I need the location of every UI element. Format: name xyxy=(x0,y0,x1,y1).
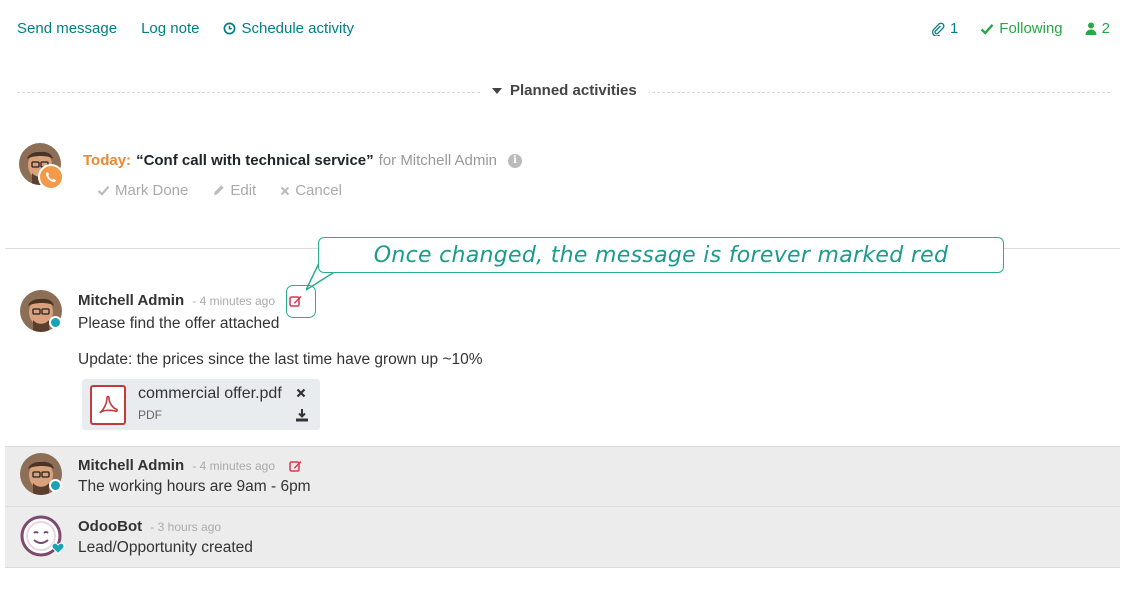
remove-attachment-icon[interactable] xyxy=(296,385,306,402)
message-date: - 3 hours ago xyxy=(150,520,222,534)
message-author: Mitchell Admin - 4 minutes ago xyxy=(78,457,303,474)
message-body: Please find the offer attached xyxy=(78,315,280,332)
acrobat-icon xyxy=(99,395,118,414)
chatter-topbar: Send message Log note Schedule activity … xyxy=(17,20,1110,42)
message-item: Mitchell Admin - 4 minutes ago Please fi… xyxy=(5,285,1120,445)
planned-activities-title: Planned activities xyxy=(510,82,637,99)
edited-marker-highlight xyxy=(286,285,316,318)
annotation-callout: Once changed, the message is forever mar… xyxy=(318,237,1004,273)
download-icon[interactable] xyxy=(295,409,309,426)
callout-text: Once changed, the message is forever mar… xyxy=(373,242,949,268)
message-body-update: Update: the prices since the last time h… xyxy=(78,351,483,368)
activity-summary: “Conf call with technical service” xyxy=(136,152,374,169)
schedule-activity-label: Schedule activity xyxy=(241,20,355,37)
paperclip-icon xyxy=(931,22,945,36)
message-body: Lead/Opportunity created xyxy=(78,539,253,556)
planned-activities-toggle[interactable]: Planned activities xyxy=(480,82,649,99)
clock-icon xyxy=(224,22,236,35)
online-status-dot xyxy=(49,316,62,329)
chatter-followers-area: 1 Following 2 xyxy=(931,20,1110,37)
edit-activity-button[interactable]: Edit xyxy=(212,182,256,199)
message-author: Mitchell Admin - 4 minutes ago xyxy=(78,292,303,309)
activity-item: Today: “Conf call with technical service… xyxy=(17,140,717,210)
author-name: Mitchell Admin xyxy=(78,292,185,309)
edit-label: Edit xyxy=(230,182,257,199)
caret-down-icon xyxy=(492,87,502,94)
message-date: - 4 minutes ago xyxy=(192,294,276,308)
followers-count: 2 xyxy=(1101,20,1110,37)
message-item: Mitchell Admin - 4 minutes ago The worki… xyxy=(5,446,1120,506)
pdf-file-icon xyxy=(90,385,126,425)
attachments-button[interactable]: 1 xyxy=(931,20,958,37)
activity-assignee: for Mitchell Admin xyxy=(378,152,498,169)
heart-status-icon xyxy=(51,542,65,555)
chatter-actions: Send message Log note Schedule activity xyxy=(17,20,354,37)
check-icon xyxy=(97,185,110,196)
following-button[interactable]: Following xyxy=(980,20,1063,37)
cancel-label: Cancel xyxy=(295,182,342,199)
message-body: The working hours are 9am - 6pm xyxy=(78,478,311,495)
author-name: Mitchell Admin xyxy=(78,457,185,474)
followers-button[interactable]: 2 xyxy=(1085,20,1110,37)
schedule-activity-button[interactable]: Schedule activity xyxy=(223,20,354,37)
mark-done-button[interactable]: Mark Done xyxy=(97,182,188,199)
info-icon[interactable]: i xyxy=(508,153,523,168)
user-icon xyxy=(1085,22,1097,35)
attachment-name: commercial offer.pdf xyxy=(138,385,282,402)
message-author: OdooBot - 3 hours ago xyxy=(78,518,221,535)
activity-due-label: Today: xyxy=(83,152,132,169)
edited-marker-icon xyxy=(289,461,302,472)
message-item: OdooBot - 3 hours ago Lead/Opportunity c… xyxy=(5,506,1120,568)
close-icon xyxy=(281,186,290,195)
log-note-button[interactable]: Log note xyxy=(141,20,199,37)
message-date: - 4 minutes ago xyxy=(192,459,276,473)
send-message-button[interactable]: Send message xyxy=(17,20,117,37)
following-label: Following xyxy=(999,20,1063,37)
activity-line: Today: “Conf call with technical service… xyxy=(83,152,523,169)
attachments-count: 1 xyxy=(949,20,959,37)
cancel-activity-button[interactable]: Cancel xyxy=(280,182,342,199)
phone-icon xyxy=(45,172,56,183)
check-icon xyxy=(980,23,994,35)
mark-done-label: Mark Done xyxy=(115,182,189,199)
pencil-icon xyxy=(214,185,224,196)
author-name: OdooBot xyxy=(78,518,143,535)
activity-actions: Mark Done Edit Cancel xyxy=(97,182,342,199)
attachment-card[interactable]: commercial offer.pdf PDF xyxy=(82,379,320,430)
attachment-type: PDF xyxy=(138,408,162,422)
online-status-dot xyxy=(49,479,62,492)
phone-activity-badge xyxy=(38,164,64,190)
